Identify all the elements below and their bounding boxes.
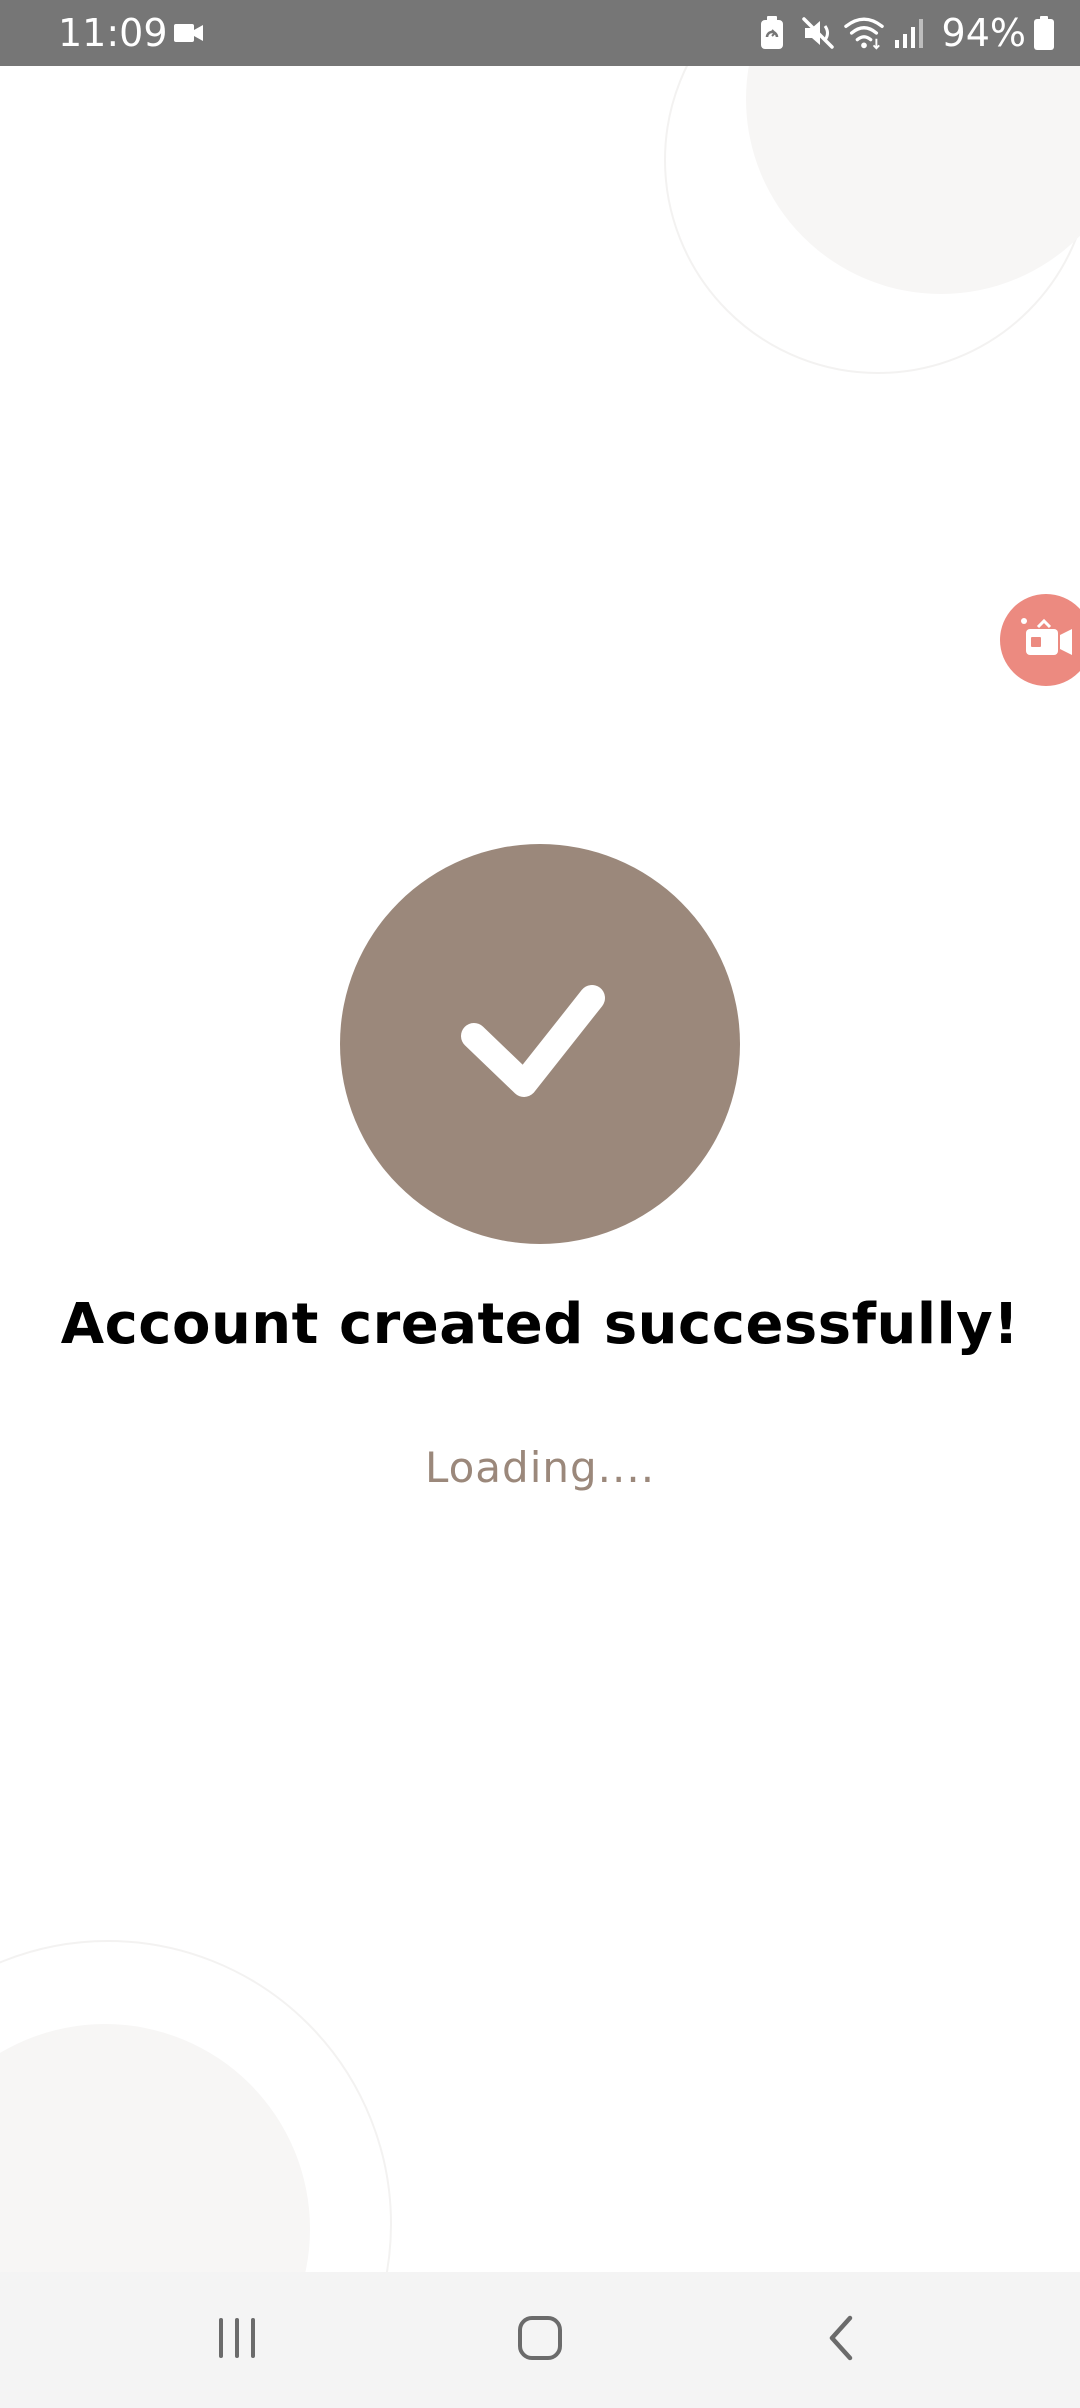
success-badge	[340, 844, 740, 1244]
battery-percent: 94%	[941, 11, 1026, 55]
mute-icon	[798, 13, 838, 53]
screen-record-button[interactable]	[1000, 594, 1080, 686]
status-icons: 94%	[752, 10, 1056, 56]
video-recording-icon	[173, 20, 205, 46]
loading-text: Loading....	[424, 1443, 656, 1492]
status-bar: 11:09 94%	[0, 0, 1080, 66]
battery-icon	[1032, 13, 1056, 53]
status-time: 11:09	[58, 11, 168, 55]
recents-button[interactable]	[157, 2272, 317, 2408]
home-button[interactable]	[460, 2272, 620, 2408]
checkmark-icon	[440, 962, 640, 1126]
signal-icon	[890, 13, 930, 53]
back-button[interactable]	[762, 2272, 922, 2408]
recents-icon	[215, 2316, 259, 2364]
home-icon	[516, 2314, 564, 2366]
navigation-bar	[0, 2272, 1080, 2408]
screen: 11:09 94% Account created successfully! …	[0, 0, 1080, 2408]
screen-record-icon	[1016, 613, 1076, 667]
battery-saver-icon	[752, 13, 792, 53]
success-title: Account created successfully!	[60, 1292, 1020, 1357]
back-icon	[822, 2314, 862, 2366]
wifi-icon	[843, 13, 884, 53]
